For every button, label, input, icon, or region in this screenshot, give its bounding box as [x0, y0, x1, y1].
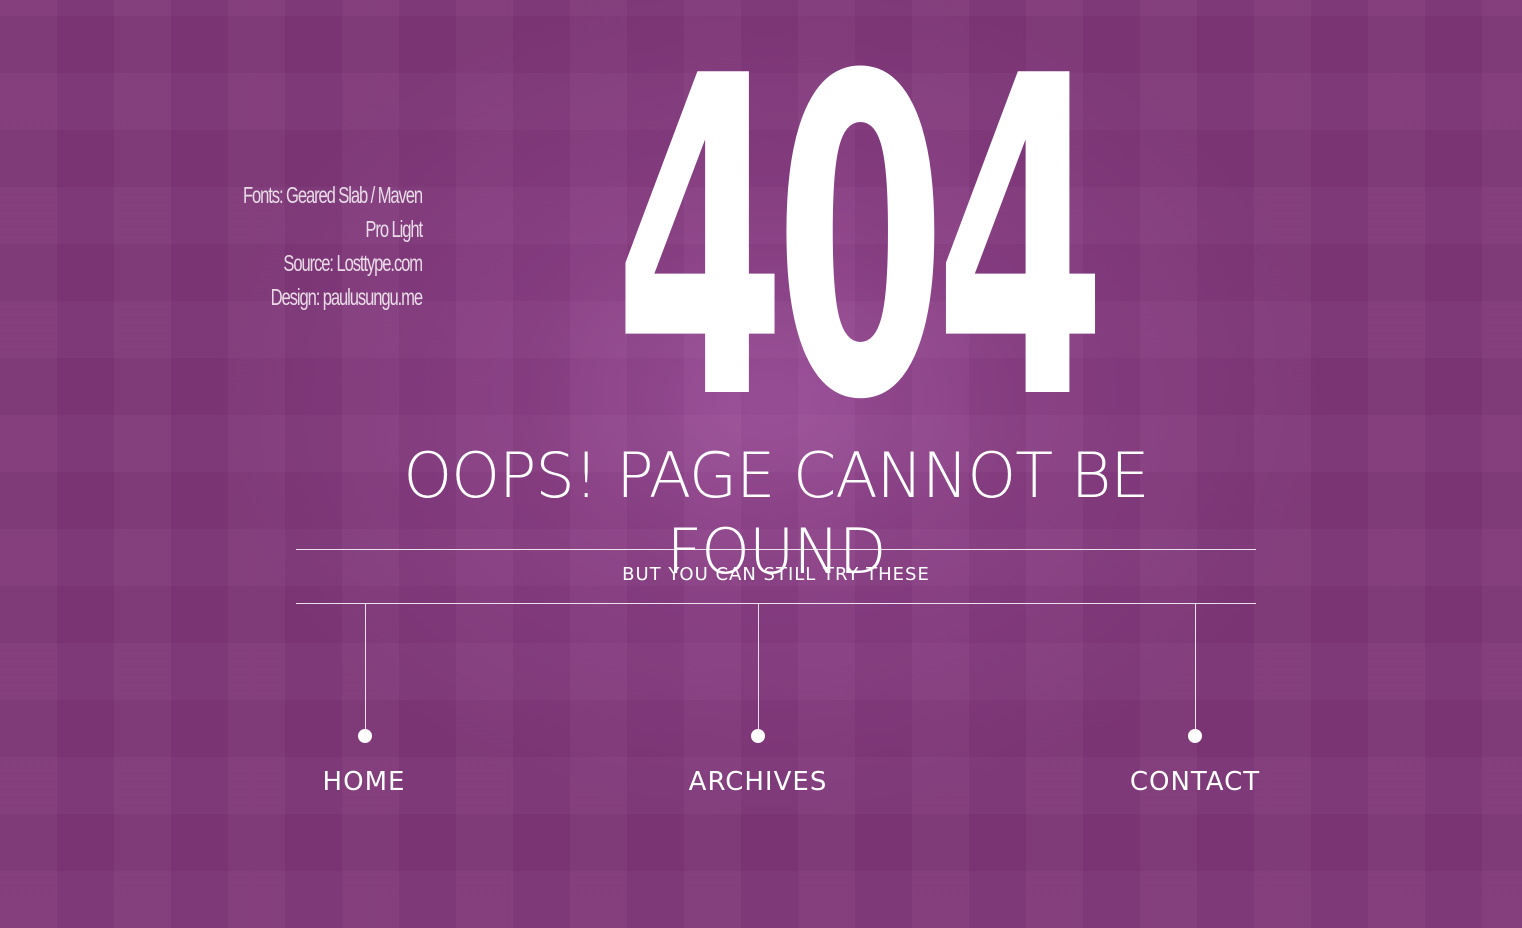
suggestion-subline: BUT YOU CAN STILL TRY THESE	[622, 564, 930, 585]
credits-fonts: Fonts: Geared Slab / Maven Pro Light	[242, 182, 423, 242]
nav-home-link[interactable]: HOME	[313, 764, 415, 800]
contact-connector-line	[1195, 604, 1196, 732]
home-connector-line	[365, 604, 366, 732]
credits-design: Design: paulusungu.me	[270, 284, 423, 310]
nav-archives-link[interactable]: ARCHIVES	[686, 764, 830, 800]
bottom-divider	[296, 603, 1256, 604]
top-divider	[296, 549, 1256, 550]
contact-dot-icon[interactable]	[1188, 729, 1202, 743]
home-dot-icon[interactable]	[358, 729, 372, 743]
archives-connector-line	[758, 604, 759, 732]
archives-dot-icon[interactable]	[751, 729, 765, 743]
credits-source: Source: Losttype.com	[283, 250, 423, 276]
nav-contact-link[interactable]: CONTACT	[1126, 764, 1264, 800]
credits-block: Fonts: Geared Slab / Maven Pro Light Sou…	[150, 178, 423, 314]
error-code: 404	[614, 20, 1106, 460]
error-code-text: 404	[614, 0, 1106, 496]
